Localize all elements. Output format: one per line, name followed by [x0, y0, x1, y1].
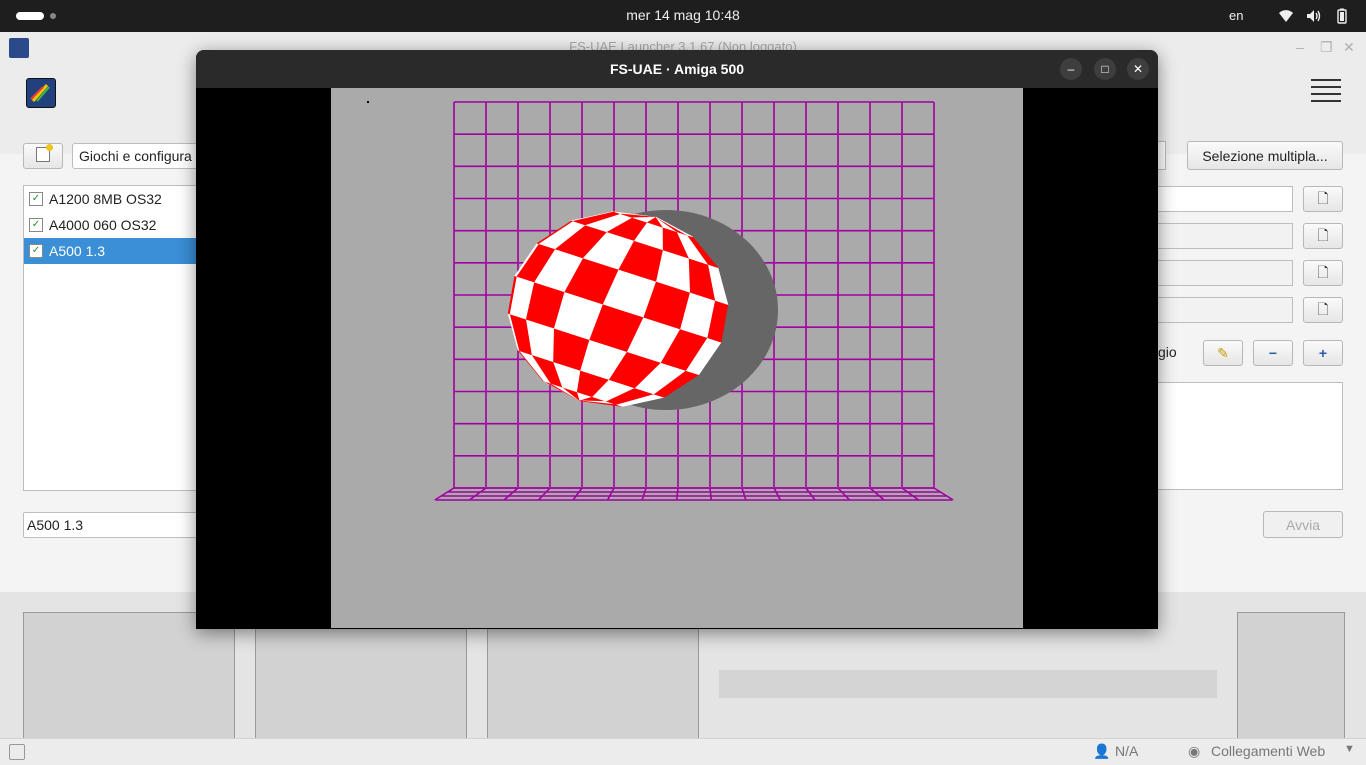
plus-icon: + [1318, 345, 1328, 361]
new-config-icon [36, 144, 53, 162]
browse-button-1[interactable]: 🗋 [1303, 186, 1343, 212]
clear-button[interactable]: ✎ [1203, 340, 1243, 366]
screenshot-thumb-1[interactable] [23, 612, 235, 747]
volume-icon[interactable] [1305, 8, 1321, 24]
net-status[interactable]: N/A [1115, 743, 1138, 759]
section-label: gio [1158, 344, 1177, 360]
system-top-bar: mer 14 mag 10:48 en [0, 0, 1366, 32]
grid-line [675, 487, 679, 501]
grid-line [537, 487, 551, 501]
grid-line [933, 487, 954, 501]
config-list[interactable]: ✓ A1200 8MB OS32 ✓ A4000 060 OS32 ✓ A500… [23, 185, 203, 491]
boing-ball [507, 211, 729, 407]
web-links-menu[interactable]: Collegamenti Web [1211, 743, 1325, 759]
browse-button-3[interactable]: 🗋 [1303, 260, 1343, 286]
lock-icon[interactable] [9, 744, 25, 760]
main-menu-icon[interactable] [1311, 79, 1341, 105]
grid-line [572, 487, 583, 501]
emulator-title: FS-UAE · Amiga 500 [609, 61, 745, 77]
config-label: A4000 060 OS32 [49, 217, 157, 233]
document-icon: 🗋 [1317, 301, 1329, 317]
screenshot-thumb-3[interactable] [487, 612, 699, 747]
screenshot-thumb-2[interactable] [255, 612, 467, 747]
grid-line [709, 487, 713, 501]
grid-line [606, 487, 615, 501]
globe-icon: ◉ [1188, 743, 1201, 759]
config-label: A500 1.3 [49, 243, 106, 259]
media-field-2[interactable] [1157, 223, 1293, 249]
search-field-edge[interactable] [1157, 141, 1166, 170]
status-bar: 👤 N/A ◉ Collegamenti Web ▼ [0, 738, 1366, 765]
minimize-icon[interactable]: – [1296, 39, 1304, 55]
fs-uae-logo-icon[interactable] [26, 78, 56, 108]
grid-line [805, 487, 816, 501]
close-icon[interactable]: ✕ [1127, 58, 1149, 80]
document-icon: 🗋 [1317, 190, 1329, 206]
grid-line [641, 487, 647, 501]
config-icon: ✓ [29, 192, 43, 206]
broom-icon: ✎ [1217, 344, 1229, 361]
list-item[interactable]: ✓ A4000 060 OS32 [24, 212, 202, 238]
config-icon: ✓ [29, 218, 43, 232]
info-bar [719, 670, 1217, 698]
floppy-list[interactable] [1157, 382, 1343, 490]
grid-line [901, 487, 920, 501]
chevron-down-icon[interactable]: ▼ [1344, 743, 1355, 755]
maximize-icon[interactable]: □ [1094, 58, 1116, 80]
grid-line [741, 487, 747, 501]
grid-line [434, 487, 455, 501]
wifi-icon[interactable] [1278, 8, 1294, 24]
clock[interactable]: mer 14 mag 10:48 [0, 7, 1366, 23]
amiga-screen[interactable] [331, 88, 1023, 628]
user-icon: 👤 [1093, 743, 1111, 759]
boing-ball-demo [367, 101, 954, 501]
grid-line [503, 487, 519, 501]
config-name-field[interactable]: A500 1.3 [23, 512, 203, 538]
config-icon: ✓ [29, 244, 43, 258]
emulator-window: FS-UAE · Amiga 500 – □ ✕ [196, 50, 1158, 629]
cover-thumb[interactable] [1237, 612, 1345, 747]
remove-button[interactable]: − [1253, 340, 1293, 366]
document-icon: 🗋 [1317, 264, 1329, 280]
new-config-button[interactable] [23, 143, 63, 169]
list-item[interactable]: ✓ A500 1.3 [24, 238, 202, 264]
battery-icon[interactable] [1334, 8, 1350, 24]
grid-line [468, 487, 487, 501]
browse-button-2[interactable]: 🗋 [1303, 223, 1343, 249]
media-field-1[interactable] [1157, 186, 1293, 212]
multi-select-button[interactable]: Selezione multipla... [1187, 141, 1343, 170]
close-icon[interactable]: ✕ [1343, 39, 1355, 56]
add-button[interactable]: + [1303, 340, 1343, 366]
mouse-pointer-dot [367, 101, 369, 103]
document-icon: 🗋 [1317, 227, 1329, 243]
maximize-icon[interactable]: ❐ [1320, 39, 1333, 56]
minus-icon: − [1268, 345, 1278, 361]
browse-button-4[interactable]: 🗋 [1303, 297, 1343, 323]
emulator-titlebar[interactable]: FS-UAE · Amiga 500 – □ ✕ [196, 50, 1158, 88]
media-field-3[interactable] [1157, 260, 1293, 286]
grid-line [869, 487, 885, 501]
grid-line [773, 487, 782, 501]
minimize-icon[interactable]: – [1060, 58, 1082, 80]
media-field-4[interactable] [1157, 297, 1293, 323]
list-item[interactable]: ✓ A1200 8MB OS32 [24, 186, 202, 212]
filter-field[interactable]: Giochi e configura [72, 143, 200, 169]
language-indicator[interactable]: en [1229, 8, 1243, 23]
config-label: A1200 8MB OS32 [49, 191, 162, 207]
start-button[interactable]: Avvia [1263, 511, 1343, 538]
grid-line [837, 487, 851, 501]
